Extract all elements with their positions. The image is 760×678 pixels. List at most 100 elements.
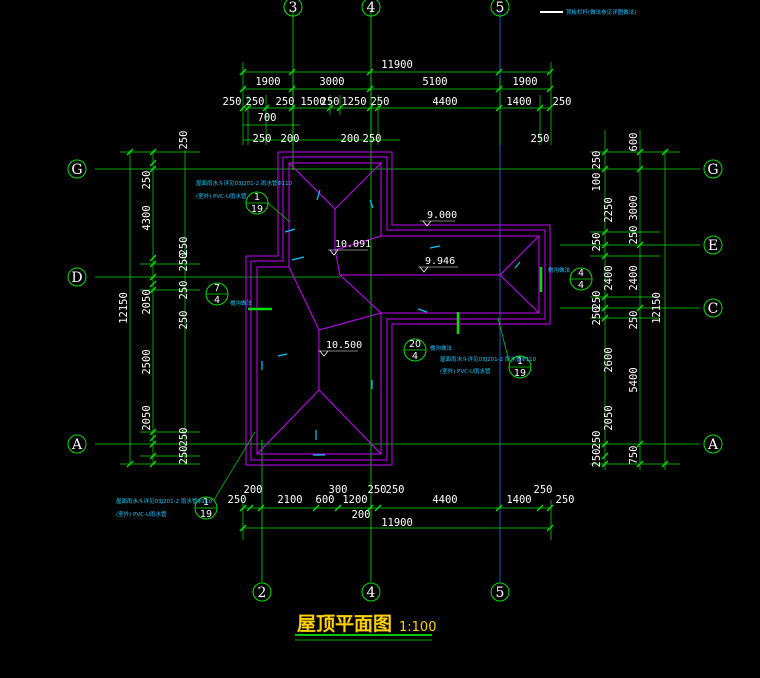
slope-arrow: [277, 353, 288, 357]
svg-text:250: 250: [591, 233, 603, 252]
svg-text:5: 5: [496, 585, 505, 601]
grid-bubble-bottom-5: 5: [490, 582, 510, 602]
svg-text:屋面雨水斗详见03J201-2 雨水管Φ110: 屋面雨水斗详见03J201-2 雨水管Φ110: [440, 355, 537, 363]
svg-text:4400: 4400: [432, 494, 457, 506]
dimensions-top: 11900 1900 3000 5100 1900 250 250 250 15…: [223, 59, 571, 145]
svg-text:20: 20: [409, 339, 421, 350]
svg-text:250: 250: [591, 307, 603, 326]
svg-text:檐沟做法: 檐沟做法: [430, 344, 453, 352]
svg-text:1: 1: [254, 192, 260, 203]
svg-text:3000: 3000: [319, 76, 344, 88]
svg-text:G: G: [707, 162, 718, 178]
slope-arrow: [429, 245, 441, 249]
grid-bubble-right-G: G: [703, 159, 723, 179]
top-legend: 顶板栏杆(做法参见详图做法): [540, 8, 636, 16]
svg-text:10.500: 10.500: [326, 340, 362, 351]
svg-text:G: G: [71, 162, 82, 178]
svg-text:1250: 1250: [341, 96, 366, 108]
dim-right-total: 12150: [651, 292, 663, 324]
svg-text:200: 200: [281, 133, 300, 145]
detail-callout-1-19-right: 1 19 屋面雨水斗详见03J201-2 雨水管Φ110 (室外) PVC-U雨…: [440, 317, 537, 379]
svg-text:10.091: 10.091: [335, 239, 371, 250]
grid-bubble-right-A: A: [703, 434, 723, 454]
svg-text:250: 250: [628, 311, 640, 330]
svg-text:2250: 2250: [603, 197, 615, 222]
svg-text:250: 250: [253, 133, 272, 145]
svg-text:A: A: [707, 437, 719, 453]
svg-text:250: 250: [534, 484, 553, 496]
grid-bubble-left-A: A: [67, 434, 87, 454]
svg-text:1400: 1400: [506, 96, 531, 108]
svg-text:2100: 2100: [277, 494, 302, 506]
svg-text:(室外) PVC-U雨水管: (室外) PVC-U雨水管: [196, 192, 247, 200]
svg-text:屋面雨水斗详见03J201-2 雨水管Φ110: 屋面雨水斗详见03J201-2 雨水管Φ110: [116, 497, 213, 505]
svg-text:4300: 4300: [141, 205, 153, 230]
svg-text:1900: 1900: [512, 76, 537, 88]
svg-text:250: 250: [591, 151, 603, 170]
elevations: 9.000 10.091 9.946 10.500: [318, 210, 458, 357]
svg-text:250: 250: [531, 133, 550, 145]
svg-text:250: 250: [276, 96, 295, 108]
dim-top-total: 11900: [381, 59, 413, 71]
svg-text:250: 250: [363, 133, 382, 145]
grid-bubble-left-D: D: [67, 267, 87, 287]
svg-text:4400: 4400: [432, 96, 457, 108]
svg-text:19: 19: [514, 368, 526, 379]
grid-bubble-top-4: 4: [361, 0, 381, 17]
svg-text:1400: 1400: [506, 494, 531, 506]
svg-text:2500: 2500: [141, 349, 153, 374]
svg-text:250: 250: [223, 96, 242, 108]
elevation-mark: 10.091: [328, 239, 371, 256]
svg-text:檐沟做法: 檐沟做法: [548, 266, 571, 274]
svg-text:3: 3: [289, 0, 298, 16]
elevation-mark: 9.946: [418, 256, 458, 273]
svg-text:19: 19: [251, 204, 263, 215]
grid-bubble-bottom-4: 4: [361, 582, 381, 602]
svg-text:2050: 2050: [141, 405, 153, 430]
svg-text:(室外) PVC-U雨水管: (室外) PVC-U雨水管: [440, 367, 491, 375]
svg-text:2400: 2400: [628, 265, 640, 290]
svg-text:250: 250: [178, 281, 190, 300]
svg-text:D: D: [71, 270, 82, 286]
slope-arrow: [417, 308, 428, 313]
grid-bubble-right-E: E: [703, 235, 723, 255]
svg-text:250: 250: [178, 446, 190, 465]
title-scale: 1:100: [399, 620, 436, 635]
svg-text:1200: 1200: [342, 494, 367, 506]
dimensions-bottom: 250 200 2100 300 600 1200 250 250 4400 1…: [228, 484, 575, 540]
elevation-mark: 9.000: [420, 210, 457, 227]
svg-text:(室外) PVC-U雨水管: (室外) PVC-U雨水管: [116, 510, 167, 518]
grid-bubble-top-3: 3: [283, 0, 303, 17]
svg-text:250: 250: [178, 131, 190, 150]
svg-text:250: 250: [591, 431, 603, 450]
svg-text:4: 4: [578, 268, 584, 279]
slope-arrow: [284, 228, 296, 233]
top-note: 顶板栏杆(做法参见详图做法): [566, 8, 636, 16]
svg-text:250: 250: [321, 96, 340, 108]
title-text: 屋顶平面图: [297, 613, 392, 635]
svg-text:250: 250: [178, 311, 190, 330]
svg-text:2: 2: [258, 585, 267, 601]
svg-text:C: C: [708, 301, 719, 317]
svg-text:250: 250: [556, 494, 575, 506]
svg-text:600: 600: [316, 494, 335, 506]
svg-text:250: 250: [178, 253, 190, 272]
svg-text:4: 4: [367, 585, 376, 601]
slope-arrow: [514, 261, 521, 269]
roof-outline: [245, 151, 551, 466]
elevation-mark: 10.500: [318, 340, 362, 357]
svg-text:4: 4: [214, 295, 220, 306]
svg-text:200: 200: [341, 133, 360, 145]
svg-text:750: 750: [628, 446, 640, 465]
svg-text:9.000: 9.000: [427, 210, 457, 221]
svg-text:250: 250: [371, 96, 390, 108]
svg-text:2400: 2400: [603, 265, 615, 290]
svg-text:250: 250: [178, 428, 190, 447]
svg-text:屋面雨水斗详见03J201-2 雨水管Φ110: 屋面雨水斗详见03J201-2 雨水管Φ110: [196, 179, 293, 187]
svg-text:9.946: 9.946: [425, 256, 455, 267]
detail-callout-4-4: 4 4 檐沟做法: [539, 266, 593, 292]
svg-text:200: 200: [352, 509, 371, 521]
slope-arrow: [291, 256, 305, 261]
svg-text:A: A: [71, 437, 83, 453]
slope-arrow: [369, 199, 374, 209]
